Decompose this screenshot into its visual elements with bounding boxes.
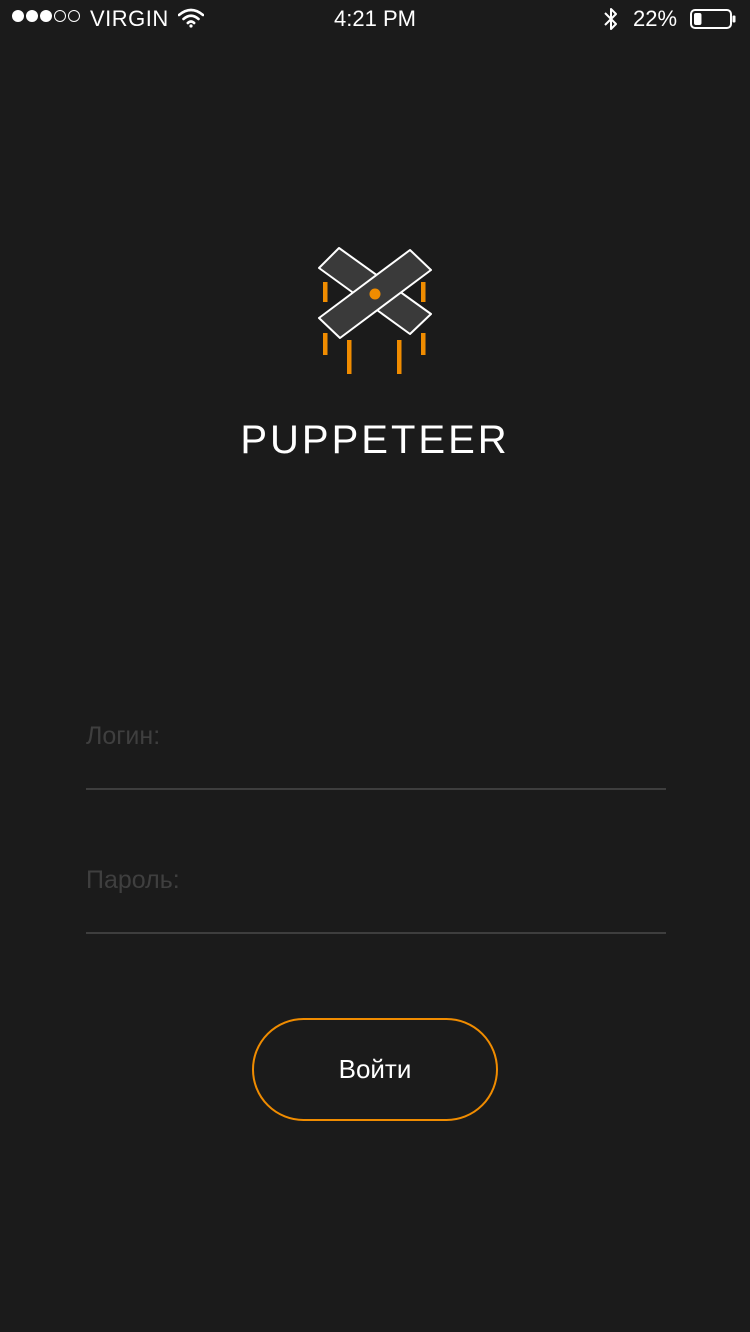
login-field: [86, 718, 666, 790]
puppeteer-logo-icon: [318, 247, 432, 374]
app-title: PUPPETEER: [240, 418, 510, 462]
bluetooth-icon: [604, 8, 617, 30]
login-screen: VIRGIN 4:21 PM 22% PUPPETEER Логин: Войт…: [0, 0, 750, 1332]
status-bar: VIRGIN 4:21 PM 22%: [0, 0, 750, 40]
battery-icon: [690, 9, 736, 29]
login-input[interactable]: [86, 718, 666, 754]
password-input[interactable]: [86, 862, 666, 898]
login-button[interactable]: Войти: [252, 1018, 498, 1121]
battery-percent: 22%: [633, 6, 678, 31]
password-field: [86, 862, 666, 934]
